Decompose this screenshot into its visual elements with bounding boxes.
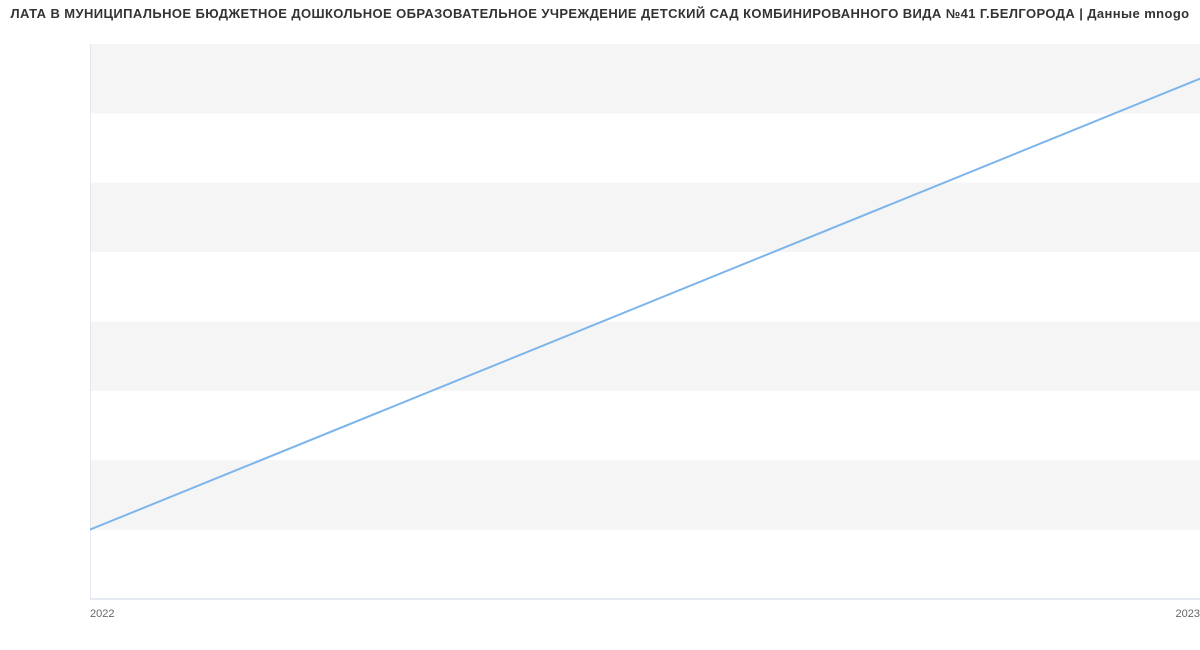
grid-band — [90, 322, 1200, 391]
chart-svg: 1400016000180002000022000240002600028000… — [90, 44, 1200, 634]
x-tick-label: 2023 — [1176, 608, 1200, 620]
grid-band — [90, 460, 1200, 529]
grid-band — [90, 183, 1200, 252]
grid-band — [90, 44, 1200, 113]
plot-area: 1400016000180002000022000240002600028000… — [90, 44, 1200, 599]
chart-container: ЛАТА В МУНИЦИПАЛЬНОЕ БЮДЖЕТНОЕ ДОШКОЛЬНО… — [0, 0, 1200, 650]
chart-title: ЛАТА В МУНИЦИПАЛЬНОЕ БЮДЖЕТНОЕ ДОШКОЛЬНО… — [0, 6, 1200, 21]
x-tick-label: 2022 — [90, 608, 114, 620]
